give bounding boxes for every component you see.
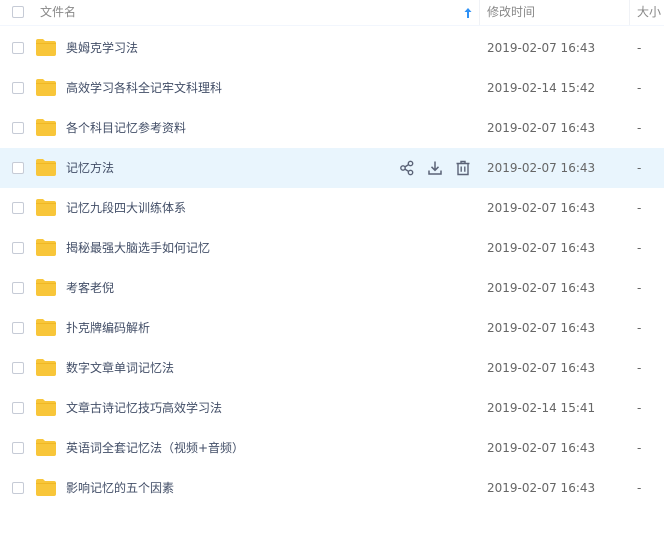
file-size: -	[637, 321, 642, 335]
file-list-header: 文件名 修改时间 大小	[0, 0, 664, 26]
file-name[interactable]: 记忆方法	[66, 148, 114, 188]
file-list: 奥姆克学习法 2019-02-07 16:43 - 高效学习各科全记牢文科理科 …	[0, 28, 664, 508]
file-name[interactable]: 英语词全套记忆法（视频+音频）	[66, 428, 244, 468]
row-checkbox[interactable]	[12, 122, 24, 134]
file-size: -	[637, 201, 642, 215]
folder-icon	[36, 319, 56, 336]
file-row[interactable]: 揭秘最强大脑选手如何记忆 2019-02-07 16:43 -	[0, 228, 664, 268]
delete-icon[interactable]	[455, 160, 471, 176]
folder-icon	[36, 479, 56, 496]
file-row[interactable]: 影响记忆的五个因素 2019-02-07 16:43 -	[0, 468, 664, 508]
folder-icon	[36, 279, 56, 296]
file-modified-time: 2019-02-07 16:43	[487, 41, 596, 55]
row-checkbox[interactable]	[12, 82, 24, 94]
file-size: -	[637, 441, 642, 455]
file-row[interactable]: 高效学习各科全记牢文科理科 2019-02-14 15:42 -	[0, 68, 664, 108]
file-name[interactable]: 扑克牌编码解析	[66, 308, 150, 348]
file-modified-time: 2019-02-14 15:42	[487, 81, 596, 95]
select-all-checkbox[interactable]	[12, 6, 24, 18]
folder-icon	[36, 239, 56, 256]
column-divider	[479, 0, 480, 25]
file-name[interactable]: 奥姆克学习法	[66, 28, 138, 68]
row-checkbox[interactable]	[12, 162, 24, 174]
file-modified-time: 2019-02-07 16:43	[487, 441, 596, 455]
file-modified-time: 2019-02-14 15:41	[487, 401, 596, 415]
file-modified-time: 2019-02-07 16:43	[487, 481, 596, 495]
column-divider	[629, 0, 630, 25]
file-modified-time: 2019-02-07 16:43	[487, 161, 596, 175]
file-modified-time: 2019-02-07 16:43	[487, 321, 596, 335]
file-row[interactable]: 记忆九段四大训练体系 2019-02-07 16:43 -	[0, 188, 664, 228]
row-checkbox[interactable]	[12, 322, 24, 334]
file-modified-time: 2019-02-07 16:43	[487, 121, 596, 135]
row-checkbox[interactable]	[12, 42, 24, 54]
file-size: -	[637, 481, 642, 495]
file-size: -	[637, 281, 642, 295]
row-checkbox[interactable]	[12, 282, 24, 294]
column-header-modified[interactable]: 修改时间	[487, 0, 535, 25]
file-modified-time: 2019-02-07 16:43	[487, 361, 596, 375]
file-modified-time: 2019-02-07 16:43	[487, 201, 596, 215]
file-row[interactable]: 各个科目记忆参考资料 2019-02-07 16:43 -	[0, 108, 664, 148]
folder-icon	[36, 359, 56, 376]
file-row[interactable]: 文章古诗记忆技巧高效学习法 2019-02-14 15:41 -	[0, 388, 664, 428]
folder-icon	[36, 199, 56, 216]
file-name[interactable]: 各个科目记忆参考资料	[66, 108, 186, 148]
file-modified-time: 2019-02-07 16:43	[487, 241, 596, 255]
file-row[interactable]: 英语词全套记忆法（视频+音频） 2019-02-07 16:43 -	[0, 428, 664, 468]
folder-icon	[36, 399, 56, 416]
folder-icon	[36, 159, 56, 176]
file-row[interactable]: 考客老倪 2019-02-07 16:43 -	[0, 268, 664, 308]
file-size: -	[637, 41, 642, 55]
file-name[interactable]: 数字文章单词记忆法	[66, 348, 174, 388]
file-size: -	[637, 361, 642, 375]
arrow-up-icon[interactable]	[463, 7, 473, 19]
share-icon[interactable]	[399, 160, 415, 176]
file-size: -	[637, 401, 642, 415]
folder-icon	[36, 119, 56, 136]
column-header-size[interactable]: 大小	[637, 0, 661, 25]
file-size: -	[637, 81, 642, 95]
file-size: -	[637, 241, 642, 255]
file-row[interactable]: 记忆方法 2019-02-07 16:43 -	[0, 148, 664, 188]
file-name[interactable]: 揭秘最强大脑选手如何记忆	[66, 228, 210, 268]
column-header-name[interactable]: 文件名	[40, 0, 76, 25]
row-checkbox[interactable]	[12, 482, 24, 494]
file-modified-time: 2019-02-07 16:43	[487, 281, 596, 295]
file-size: -	[637, 121, 642, 135]
file-size: -	[637, 161, 642, 175]
row-checkbox[interactable]	[12, 442, 24, 454]
file-name[interactable]: 考客老倪	[66, 268, 114, 308]
file-name[interactable]: 高效学习各科全记牢文科理科	[66, 68, 222, 108]
row-checkbox[interactable]	[12, 202, 24, 214]
folder-icon	[36, 79, 56, 96]
file-name[interactable]: 文章古诗记忆技巧高效学习法	[66, 388, 222, 428]
file-row[interactable]: 数字文章单词记忆法 2019-02-07 16:43 -	[0, 348, 664, 388]
row-checkbox[interactable]	[12, 402, 24, 414]
download-icon[interactable]	[427, 160, 443, 176]
file-row[interactable]: 扑克牌编码解析 2019-02-07 16:43 -	[0, 308, 664, 348]
folder-icon	[36, 439, 56, 456]
row-checkbox[interactable]	[12, 242, 24, 254]
file-row[interactable]: 奥姆克学习法 2019-02-07 16:43 -	[0, 28, 664, 68]
row-checkbox[interactable]	[12, 362, 24, 374]
file-name[interactable]: 影响记忆的五个因素	[66, 468, 174, 508]
file-name[interactable]: 记忆九段四大训练体系	[66, 188, 186, 228]
folder-icon	[36, 39, 56, 56]
